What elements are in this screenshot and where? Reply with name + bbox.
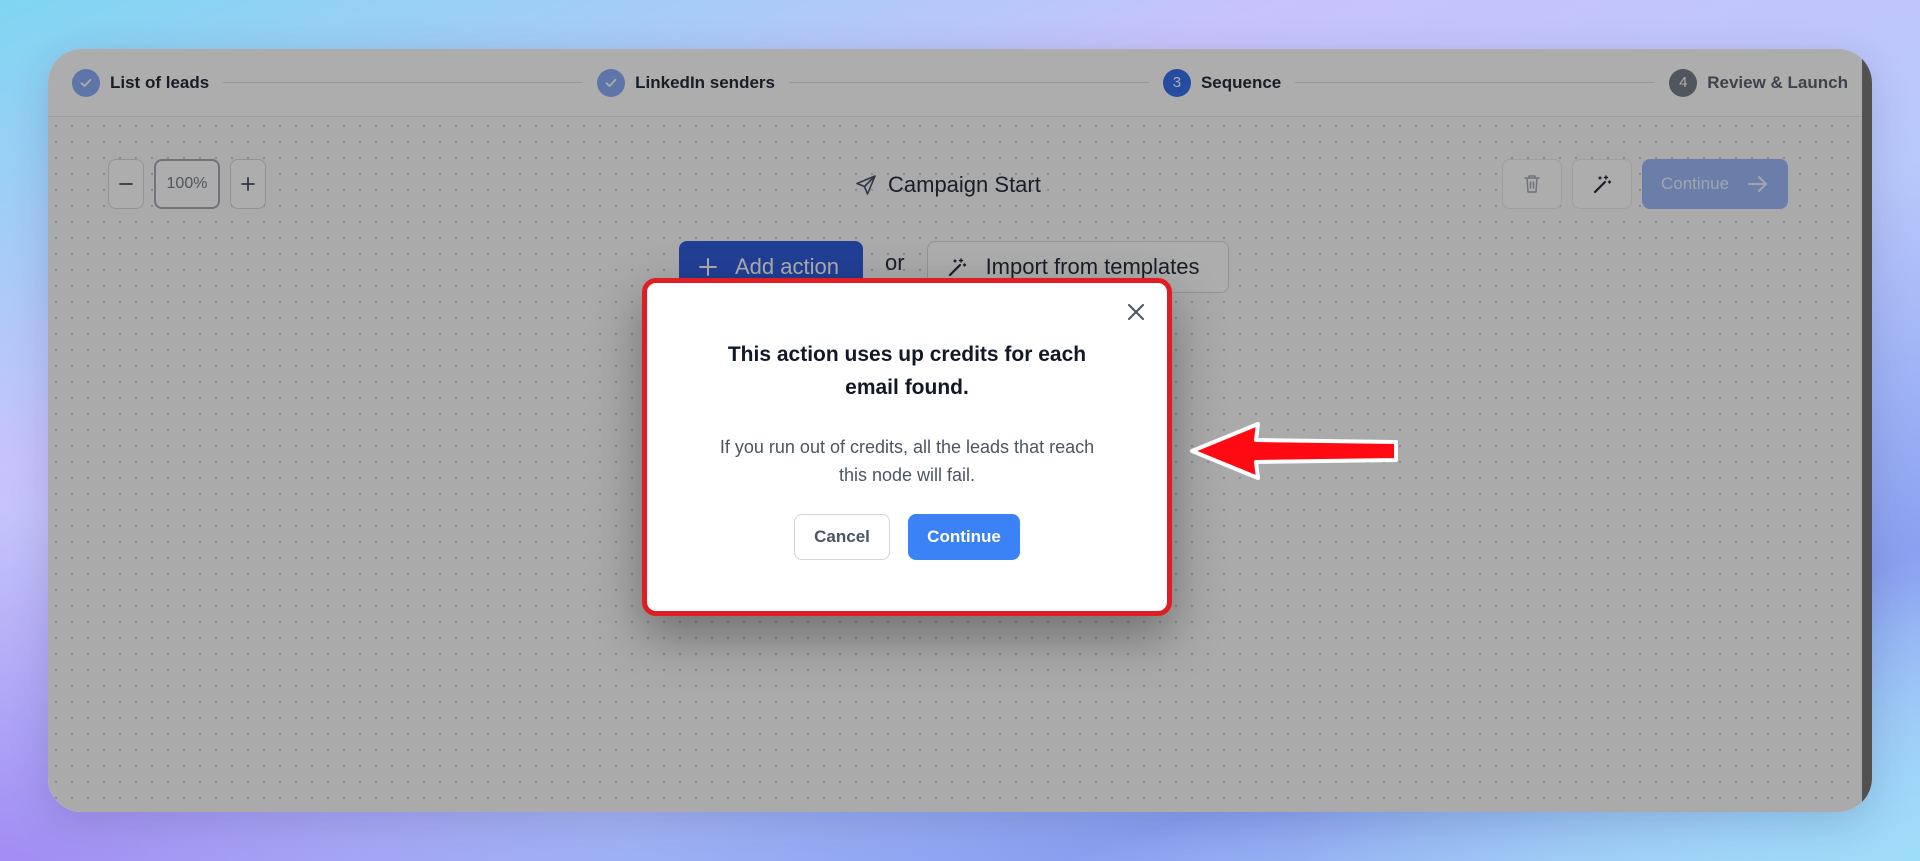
close-icon[interactable]	[1123, 299, 1149, 325]
dialog-actions: Cancel Continue	[647, 514, 1167, 560]
cancel-button[interactable]: Cancel	[794, 514, 890, 560]
credits-warning-dialog: This action uses up credits for each ema…	[642, 278, 1172, 616]
continue-button[interactable]: Continue	[908, 514, 1020, 560]
dialog-message: If you run out of credits, all the leads…	[719, 437, 1095, 485]
annotation-arrow-icon	[1190, 422, 1398, 480]
dialog-title: This action uses up credits for each ema…	[727, 343, 1087, 399]
